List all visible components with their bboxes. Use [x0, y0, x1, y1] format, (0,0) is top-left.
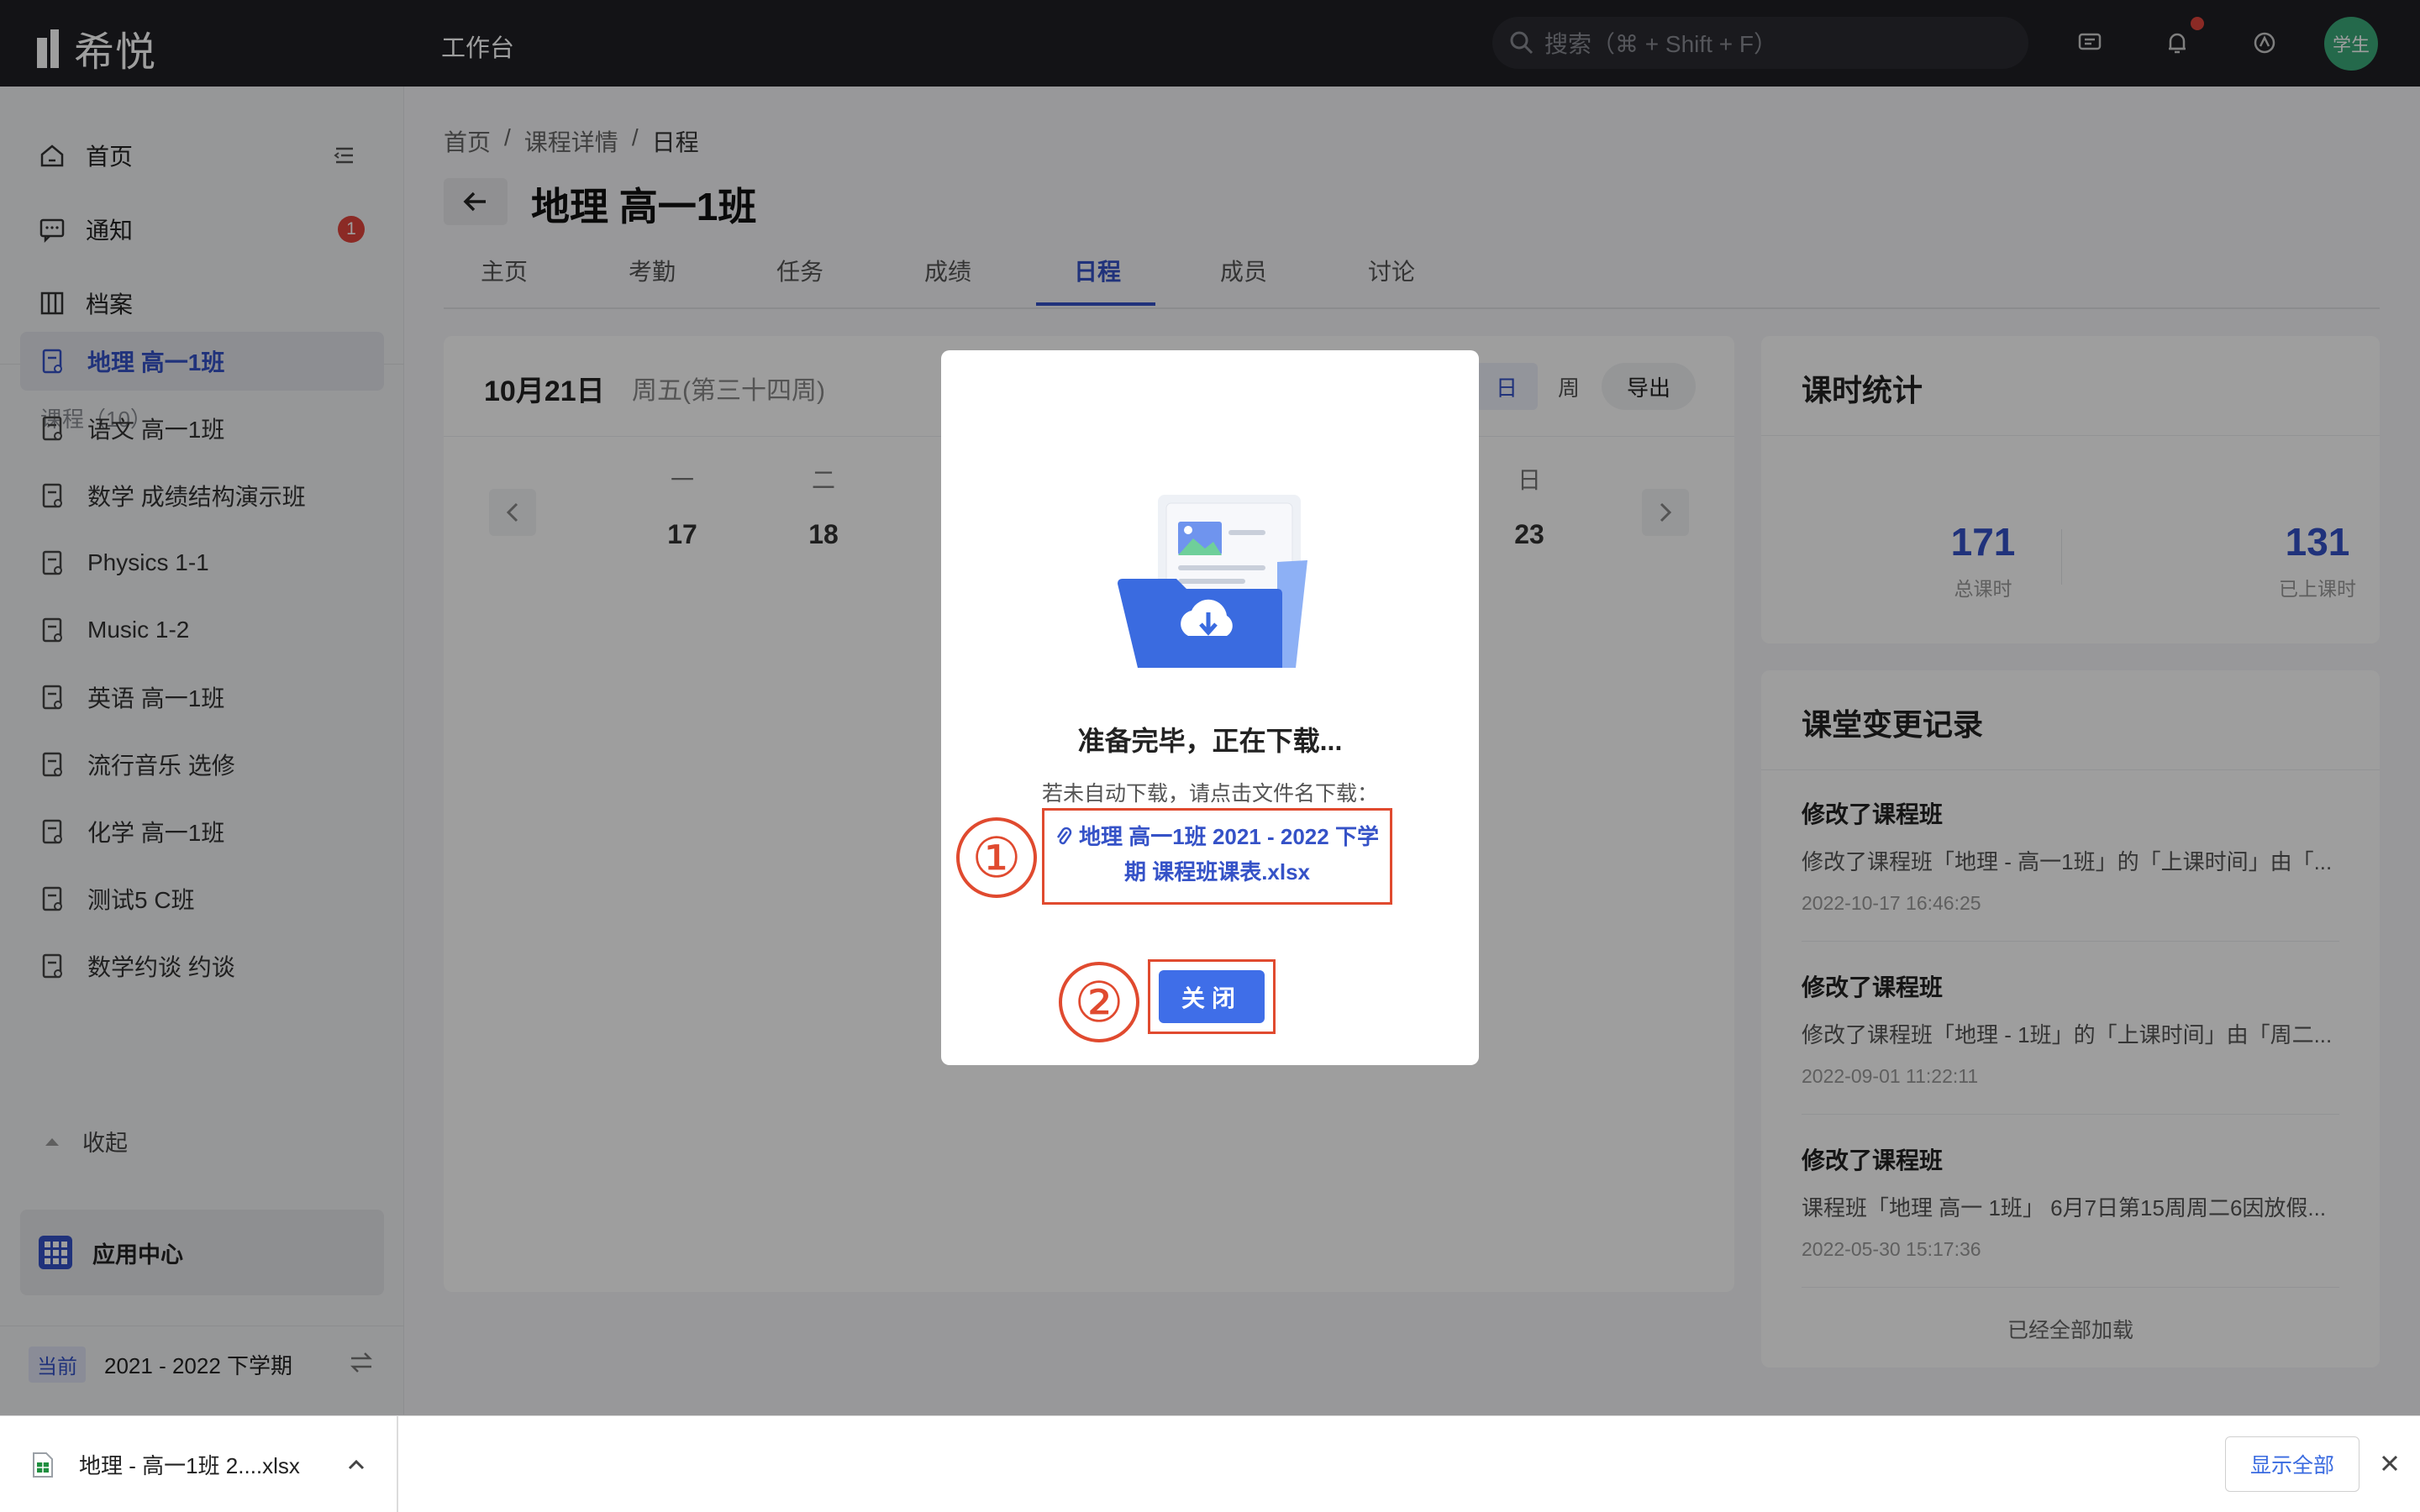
- file-name-line-1: 地理 高一1班 2021 - 2022 下学: [1079, 824, 1379, 849]
- file-link-line: 地理 高一1班 2021 - 2022 下学: [1044, 819, 1390, 854]
- annotation-number-1: ①: [956, 817, 1037, 898]
- annotation-number-2: ②: [1059, 962, 1139, 1042]
- download-dialog: 准备完毕，正在下载... 若未自动下载，请点击文件名下载： 地理 高一1班 20…: [941, 350, 1479, 1065]
- chevron-up-icon[interactable]: [347, 1459, 366, 1471]
- show-all-button[interactable]: 显示全部: [2225, 1436, 2360, 1492]
- download-bar: 地理 - 高一1班 2....xlsx 显示全部: [0, 1415, 2420, 1512]
- file-name-line-2: 期 课程班课表.xlsx: [1123, 859, 1311, 885]
- file-download-link[interactable]: 地理 高一1班 2021 - 2022 下学 期 课程班课表.xlsx: [1044, 819, 1390, 890]
- dialog-title: 准备完毕，正在下载...: [1077, 726, 1343, 756]
- folder-download-icon: [1118, 495, 1307, 668]
- close-icon[interactable]: [2371, 1445, 2408, 1482]
- download-file-name: 地理 - 高一1班 2....xlsx: [79, 1453, 300, 1478]
- annotation-box-file: 地理 高一1班 2021 - 2022 下学 期 课程班课表.xlsx: [1042, 808, 1392, 905]
- download-item[interactable]: 地理 - 高一1班 2....xlsx: [0, 1416, 398, 1512]
- close-button[interactable]: 关闭: [1159, 970, 1265, 1023]
- spreadsheet-file-icon: [33, 1452, 53, 1478]
- paperclip-icon: [1056, 827, 1072, 845]
- dialog-hint: 若未自动下载，请点击文件名下载：: [1041, 782, 1378, 806]
- annotation-box-close: 关闭: [1148, 959, 1276, 1034]
